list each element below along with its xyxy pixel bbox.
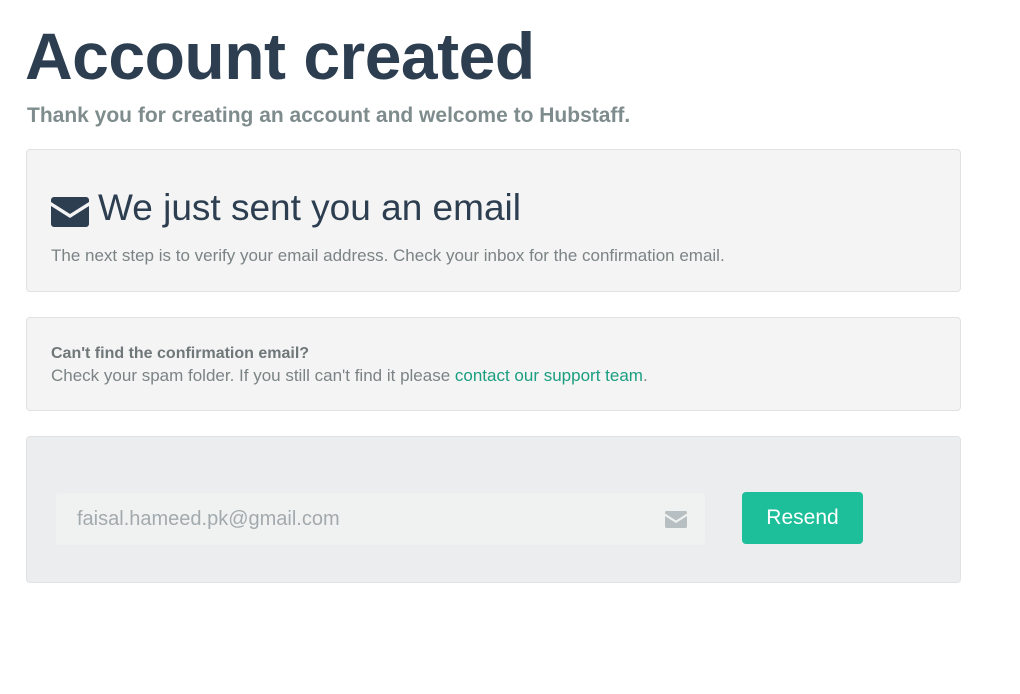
envelope-icon	[51, 195, 89, 227]
envelope-icon	[665, 511, 687, 528]
page-subtitle: Thank you for creating an account and we…	[27, 104, 631, 127]
help-text: Check your spam folder. If you still can…	[51, 366, 648, 386]
help-text-after-link: .	[642, 366, 648, 385]
account-created-page: Account created Thank you for creating a…	[0, 0, 1020, 694]
contact-support-link[interactable]: contact our support team	[455, 366, 643, 385]
email-field-wrapper	[56, 493, 705, 545]
help-panel: Can't find the confirmation email? Check…	[26, 317, 961, 411]
help-text-before-link: Check your spam folder. If you still can…	[51, 366, 455, 385]
page-title: Account created	[25, 19, 535, 93]
email-field[interactable]	[56, 493, 705, 545]
help-question: Can't find the confirmation email?	[51, 345, 310, 362]
email-sent-heading: We just sent you an email	[51, 188, 521, 228]
email-sent-description: The next step is to verify your email ad…	[51, 246, 725, 265]
email-sent-heading-text: We just sent you an email	[98, 187, 521, 228]
resend-panel: Resend	[26, 436, 961, 583]
email-sent-panel: We just sent you an email The next step …	[26, 149, 961, 292]
resend-button[interactable]: Resend	[742, 492, 863, 544]
